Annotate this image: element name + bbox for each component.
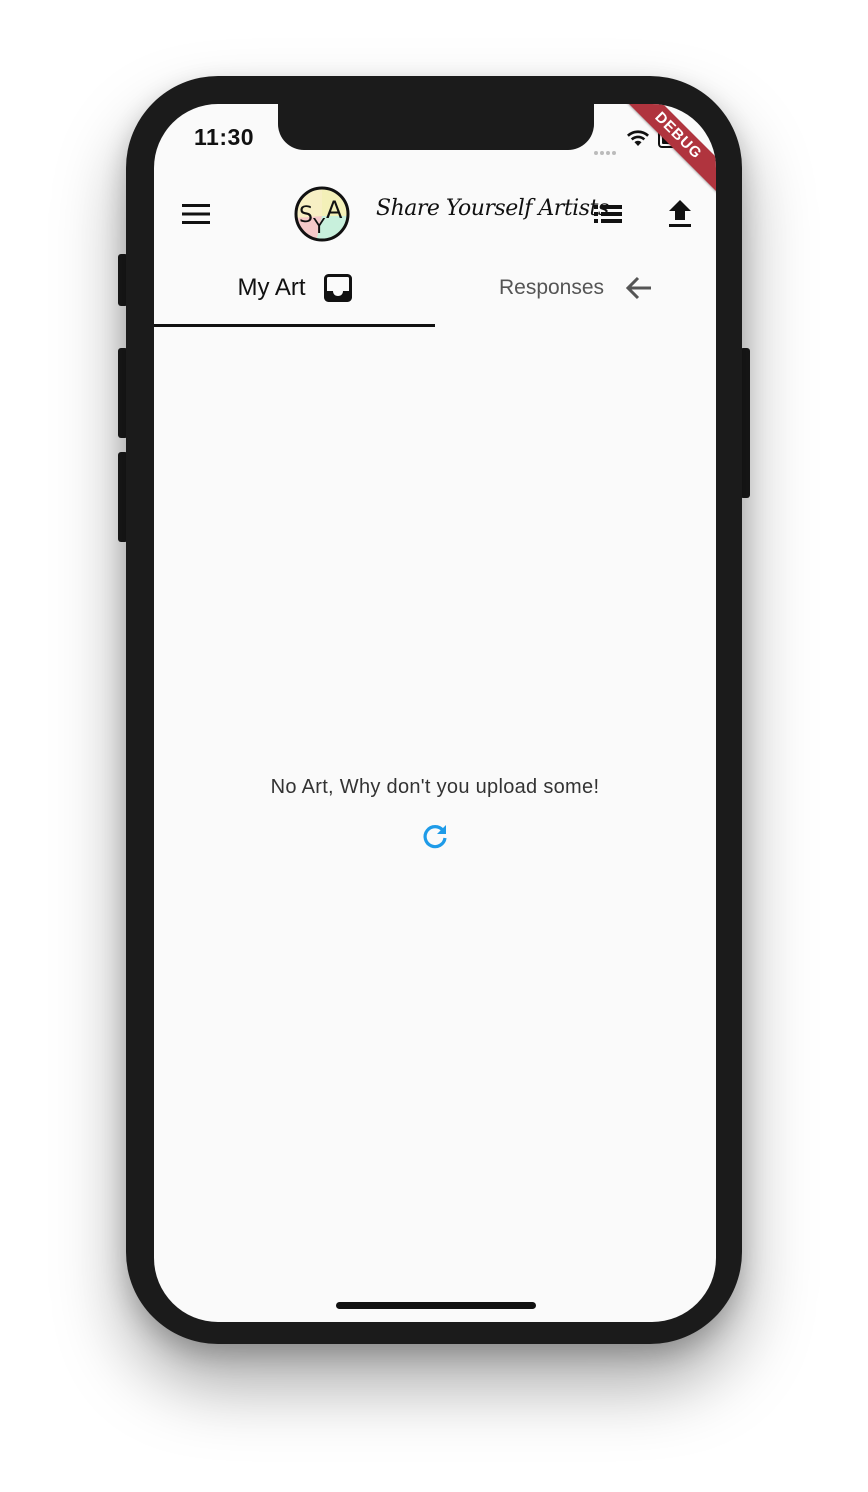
- home-indicator[interactable]: [336, 1302, 536, 1309]
- notch: [278, 104, 594, 150]
- tab-responses-label: Responses: [498, 276, 605, 299]
- menu-button[interactable]: [174, 192, 218, 236]
- list-icon: [594, 205, 622, 223]
- app-logo: S Y A: [294, 186, 350, 242]
- cellular-signal-icon: [594, 142, 620, 155]
- refresh-icon[interactable]: [420, 822, 450, 852]
- arrow-back-icon: [626, 276, 652, 300]
- app-title: Share Yourself Artists: [376, 196, 609, 221]
- svg-text:S: S: [299, 203, 313, 228]
- inbox-icon: [323, 274, 352, 302]
- tab-indicator: [154, 324, 435, 327]
- app-bar: S Y A Share Yourself Artists: [154, 186, 716, 242]
- upload-icon: [669, 200, 691, 227]
- list-view-button[interactable]: [586, 192, 630, 236]
- tab-bar: My Art Responses: [154, 252, 716, 328]
- upload-button[interactable]: [658, 192, 702, 236]
- tab-my-art-label: My Art: [237, 274, 306, 301]
- status-time: 11:30: [194, 124, 255, 150]
- tab-responses[interactable]: Responses: [435, 252, 716, 324]
- wifi-icon: [627, 130, 649, 146]
- phone-screen: 11:30 DEBUG S Y A Share Yourself Artists…: [154, 104, 716, 1322]
- empty-state-message: No Art, Why don't you upload some!: [270, 776, 600, 798]
- tab-my-art[interactable]: My Art: [154, 252, 435, 324]
- svg-text:Y: Y: [312, 214, 326, 238]
- svg-text:A: A: [326, 196, 343, 224]
- hamburger-menu-icon: [182, 204, 210, 224]
